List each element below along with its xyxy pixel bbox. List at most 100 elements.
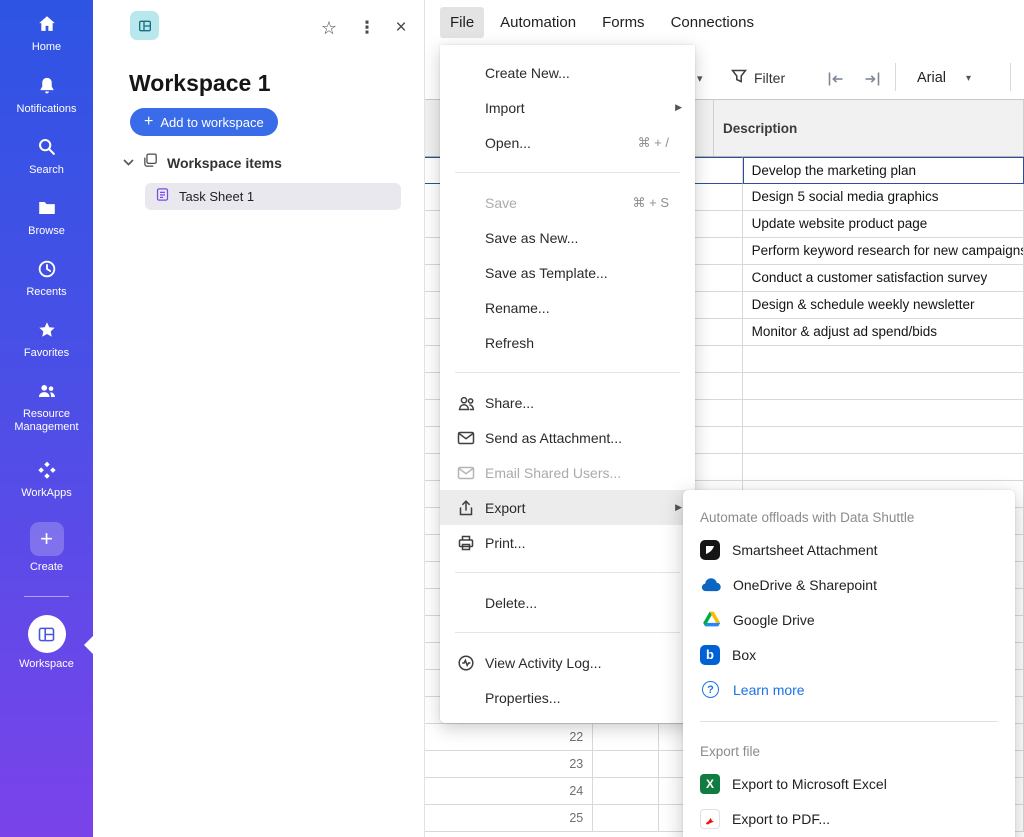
sidebar-item-recents[interactable]: Recents — [0, 257, 93, 299]
menu-item-label: Email Shared Users... — [485, 465, 621, 481]
indent-button[interactable] — [859, 66, 885, 92]
menu-item-label: Export to PDF... — [732, 811, 830, 827]
menu-item-label: Create New... — [485, 65, 570, 81]
file-menu-save-as-template[interactable]: Save as Template... — [440, 255, 695, 290]
sidebar-item-create[interactable]: + Create — [0, 522, 93, 574]
file-menu-share[interactable]: Share... — [440, 385, 695, 420]
rail-label: Search — [29, 164, 64, 177]
printer-icon — [456, 533, 475, 552]
sidebar-item-favorites[interactable]: Favorites — [0, 318, 93, 360]
description-cell[interactable]: Monitor & adjust ad spend/bids — [743, 319, 1024, 346]
file-menu-properties[interactable]: Properties... — [440, 680, 695, 715]
menu-forms[interactable]: Forms — [592, 7, 655, 38]
description-cell[interactable]: Design 5 social media graphics — [743, 184, 1024, 211]
menu-automation[interactable]: Automation — [490, 7, 586, 38]
description-cell[interactable]: Develop the marketing plan — [743, 157, 1024, 184]
description-cell[interactable]: Conduct a customer satisfaction survey — [743, 265, 1024, 292]
export-google-drive[interactable]: Google Drive — [683, 602, 1015, 637]
row-number[interactable]: 24 — [425, 778, 593, 805]
export-onedrive-sharepoint[interactable]: OneDrive & Sharepoint — [683, 567, 1015, 602]
pdf-logo-icon — [700, 809, 720, 829]
menu-item-label: View Activity Log... — [485, 655, 601, 671]
shortcut-label: ⌘ + S — [633, 195, 670, 211]
sidebar-item-home[interactable]: Home — [0, 12, 93, 54]
learn-more-link[interactable]: ? Learn more — [683, 672, 1015, 707]
row-number[interactable]: 22 — [425, 724, 593, 751]
export-to-excel[interactable]: X Export to Microsoft Excel — [683, 766, 1015, 801]
row-number[interactable]: 25 — [425, 805, 593, 832]
toolbar-divider — [895, 63, 896, 91]
file-menu-refresh[interactable]: Refresh — [440, 325, 695, 360]
file-menu-print[interactable]: Print... — [440, 525, 695, 560]
grid-cell[interactable] — [593, 751, 659, 778]
menu-item-label: Delete... — [485, 595, 537, 611]
filter-button[interactable]: Filter — [731, 62, 785, 94]
menubar: File Automation Forms Connections — [425, 0, 1024, 45]
file-menu: Create New... Import ▶ Open... ⌘ + / Sav… — [440, 45, 695, 723]
description-cell[interactable]: Update website product page — [743, 211, 1024, 238]
sheet-item-task-sheet-1[interactable]: Task Sheet 1 — [145, 183, 401, 210]
chevron-down-icon[interactable]: ▾ — [697, 72, 703, 85]
description-cell[interactable] — [743, 400, 1024, 427]
plus-icon: + — [144, 114, 153, 130]
main-area: File Automation Forms Connections ▾ Filt… — [425, 0, 1024, 837]
favorite-star-button[interactable]: ☆ — [317, 16, 341, 40]
sidebar-item-browse[interactable]: Browse — [0, 196, 93, 238]
description-cell[interactable] — [743, 454, 1024, 481]
app-window: Home Notifications Search Browse Recents — [0, 0, 1024, 837]
file-menu-save[interactable]: Save ⌘ + S — [440, 185, 695, 220]
menu-divider — [455, 372, 680, 373]
rail-label: Resource Management — [6, 408, 88, 434]
star-outline-icon: ☆ — [321, 18, 337, 39]
envelope-icon — [456, 463, 475, 482]
star-icon — [35, 318, 59, 342]
description-cell[interactable]: Perform keyword research for new campaig… — [743, 238, 1024, 265]
grid-cell[interactable] — [593, 724, 659, 751]
sidebar-item-notifications[interactable]: Notifications — [0, 74, 93, 116]
description-cell[interactable]: Design & schedule weekly newsletter — [743, 292, 1024, 319]
rail-label: Notifications — [17, 103, 77, 116]
sidebar-item-search[interactable]: Search — [0, 135, 93, 177]
add-to-workspace-button[interactable]: + Add to workspace — [130, 108, 278, 136]
grid-cell[interactable] — [593, 805, 659, 832]
file-menu-email-shared-users[interactable]: Email Shared Users... — [440, 455, 695, 490]
file-menu-rename[interactable]: Rename... — [440, 290, 695, 325]
file-menu-export[interactable]: Export ▶ — [440, 490, 695, 525]
font-dropdown[interactable]: Arial ▾ — [917, 62, 971, 94]
file-menu-import[interactable]: Import ▶ — [440, 90, 695, 125]
outdent-button[interactable] — [823, 66, 849, 92]
bell-icon — [35, 74, 59, 98]
rail-label: Create — [30, 561, 63, 574]
file-menu-view-activity-log[interactable]: View Activity Log... — [440, 645, 695, 680]
row-number[interactable]: 23 — [425, 751, 593, 778]
panel-menu-button[interactable]: ⋮ — [355, 16, 379, 40]
sheet-icon — [155, 187, 170, 207]
file-menu-send-as-attachment[interactable]: Send as Attachment... — [440, 420, 695, 455]
file-menu-open[interactable]: Open... ⌘ + / — [440, 125, 695, 160]
description-cell[interactable] — [743, 427, 1024, 454]
workspace-items-node[interactable]: Workspace items — [123, 150, 282, 176]
sidebar-item-workapps[interactable]: WorkApps — [0, 458, 93, 500]
description-cell[interactable] — [743, 346, 1024, 373]
description-column-header[interactable]: Description — [714, 100, 1024, 156]
shortcut-label: ⌘ + / — [638, 135, 669, 151]
panel-close-button[interactable]: × — [389, 16, 413, 40]
menu-item-label: Save as New... — [485, 230, 578, 246]
excel-logo-icon: X — [700, 774, 720, 794]
file-menu-create-new[interactable]: Create New... — [440, 55, 695, 90]
sidebar-item-resource-management[interactable]: Resource Management — [0, 379, 93, 434]
export-box[interactable]: b Box — [683, 637, 1015, 672]
filter-label: Filter — [754, 70, 785, 86]
export-smartsheet-attachment[interactable]: Smartsheet Attachment — [683, 532, 1015, 567]
export-to-pdf[interactable]: Export to PDF... — [683, 801, 1015, 836]
menu-item-label: Rename... — [485, 300, 550, 316]
grid-cell[interactable] — [593, 778, 659, 805]
workapps-icon — [35, 458, 59, 482]
file-menu-delete[interactable]: Delete... — [440, 585, 695, 620]
menu-item-label: Export — [485, 500, 525, 516]
menu-file[interactable]: File — [440, 7, 484, 38]
menu-connections[interactable]: Connections — [661, 7, 764, 38]
sidebar-item-workspace[interactable]: Workspace — [0, 615, 93, 671]
description-cell[interactable] — [743, 373, 1024, 400]
file-menu-save-as-new[interactable]: Save as New... — [440, 220, 695, 255]
